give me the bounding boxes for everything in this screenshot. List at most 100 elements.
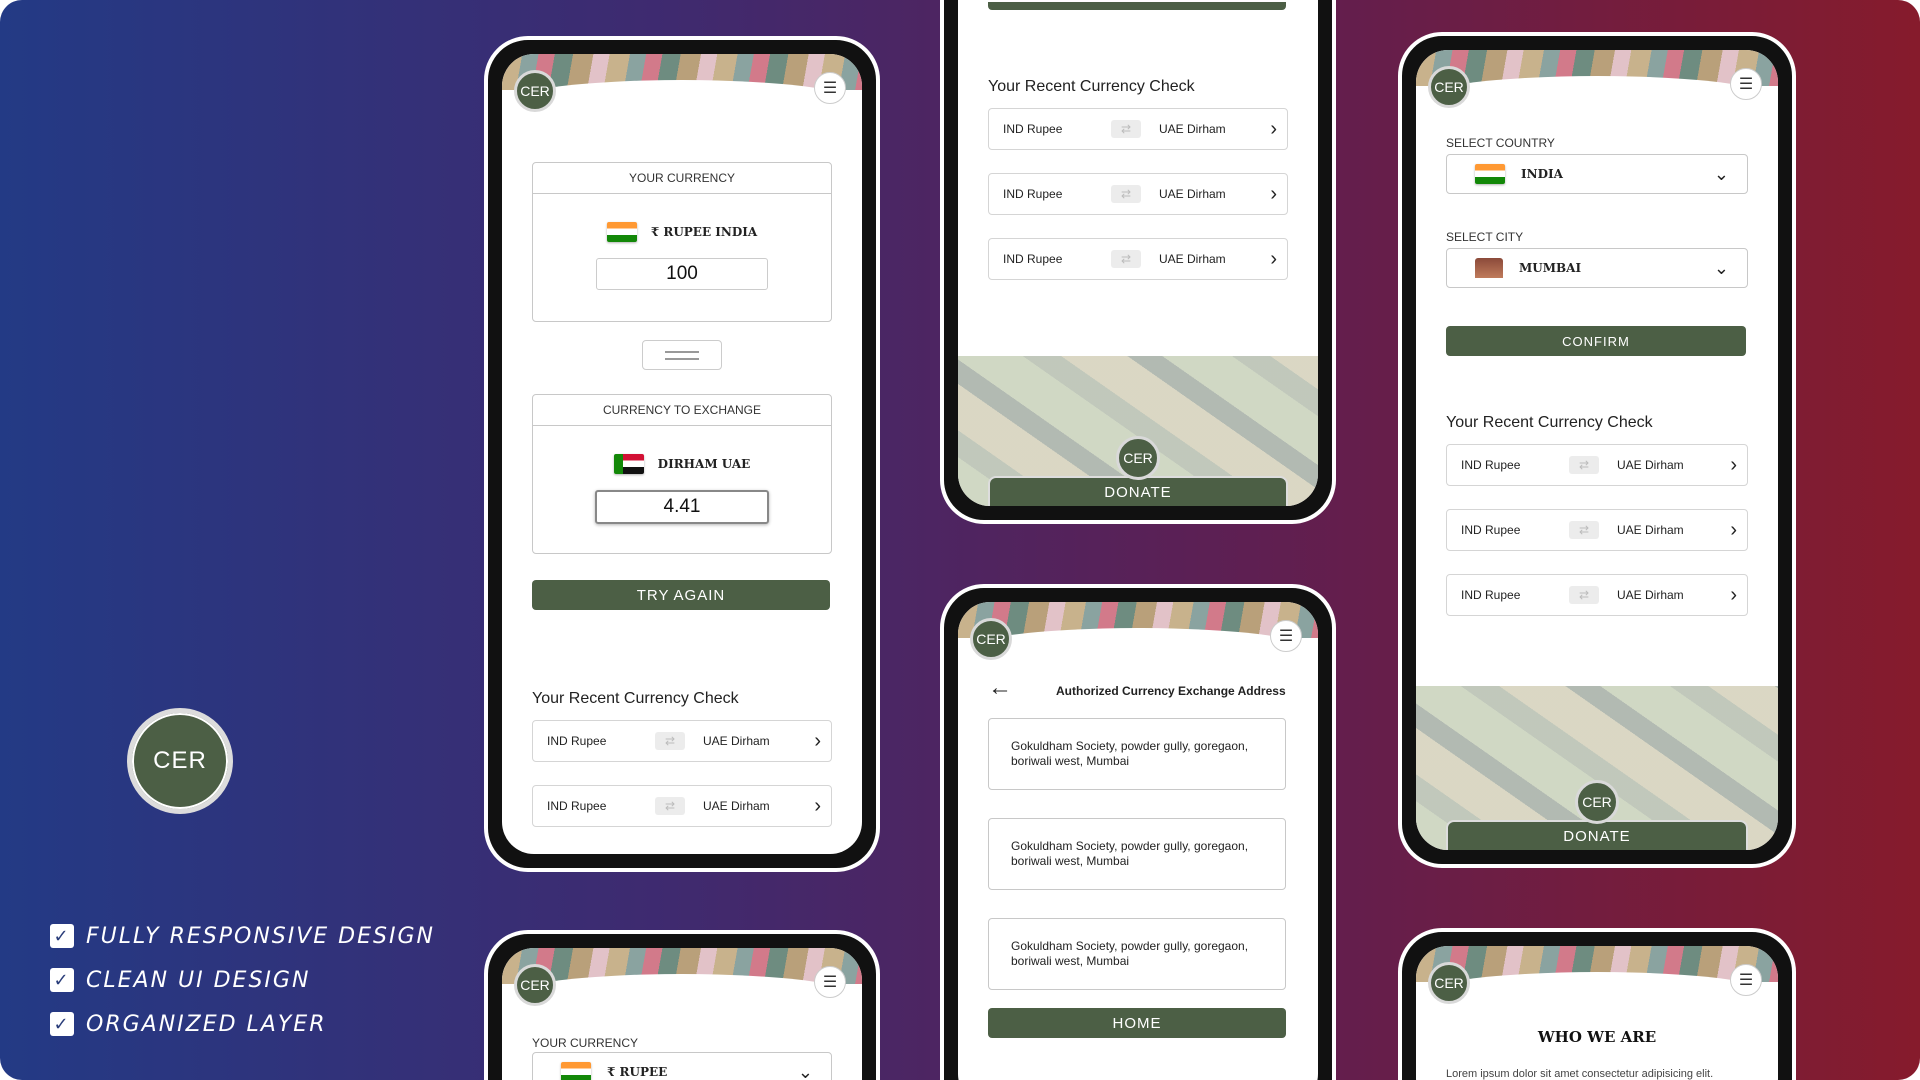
recent-title: Your Recent Currency Check [988,78,1195,95]
result-input[interactable]: 4.41 [595,490,769,524]
chevron-right-icon: › [814,729,821,752]
top-bar [988,2,1286,10]
phone-recent: Your Recent Currency Check IND Rupee ⇄ UAE… [940,0,1336,524]
chevron-right-icon: › [1270,117,1277,140]
menu-icon[interactable]: ☰ [814,966,846,998]
currency-select[interactable]: ₹ RUPEE ⌄ [532,1052,832,1080]
recent-row[interactable]: IND Rupee ⇄ UAE Dirham › [988,238,1288,280]
banknote-footer: CER DONATE [958,356,1318,506]
phone-converter: CER ☰ YOUR CURRENCY ₹ RUPEE INDIA 100 CU… [484,36,880,872]
feature-item: ✓ Clean UI Design [50,958,435,1002]
india-flag-icon [606,222,637,242]
donate-button[interactable]: DONATE [988,476,1288,506]
header-banner [502,948,862,998]
recent-row[interactable]: IND Rupee ⇄ UAE Dirham › [532,785,832,827]
recent-row[interactable]: IND Rupee ⇄ UAE Dirham › [1446,509,1748,551]
currency-label: YOUR CURRENCY [532,1036,639,1050]
currency-name: ₹ RUPEE INDIA [650,225,758,239]
recent-row[interactable]: IND Rupee ⇄ UAE Dirham › [988,108,1288,150]
recent-row[interactable]: IND Rupee ⇄ UAE Dirham › [532,720,832,762]
app-logo[interactable]: CER [514,964,556,1006]
menu-icon[interactable]: ☰ [1270,620,1302,652]
recent-title: Your Recent Currency Check [1446,414,1653,431]
recent-screen: Your Recent Currency Check IND Rupee ⇄ UAE… [958,0,1318,506]
to-currency: UAE Dirham [703,734,770,748]
feature-list: ✓ Fully Responsive Design ✓ Clean UI Desig… [50,914,435,1046]
cer-logo-badge: CER [127,708,233,814]
back-arrow-icon[interactable]: ← [988,674,1012,702]
checkbox-icon: ✓ [50,924,74,948]
donate-button[interactable]: DONATE [1446,820,1748,850]
feature-item: ✓ Organized Layer [50,1002,435,1046]
chevron-down-icon: ⌄ [1713,257,1729,278]
home-button[interactable]: HOME [988,1008,1286,1038]
currency-row: ₹ RUPEE INDIA [533,222,831,242]
city-label: SELECT CITY [1446,230,1524,244]
location-screen: CER ☰ SELECT COUNTRY INDIA ⌄ SELECT CITY… [1416,50,1778,850]
phone-location: CER ☰ SELECT COUNTRY INDIA ⌄ SELECT CITY… [1398,32,1796,868]
to-currency: UAE Dirham [1617,523,1684,537]
footer-logo: CER [1116,436,1160,480]
header-banner [1416,946,1778,996]
checkbox-icon: ✓ [50,1012,74,1036]
india-flag-icon [561,1062,591,1080]
exchange-currency-card: CURRENCY TO EXCHANGE DIRHAM UAE 4.41 [532,394,832,554]
to-currency: UAE Dirham [703,799,770,813]
card-heading: YOUR CURRENCY [533,163,831,194]
chevron-right-icon: › [1730,453,1737,476]
recent-row[interactable]: IND Rupee ⇄ UAE Dirham › [1446,574,1748,616]
try-again-button[interactable]: TRY AGAIN [532,580,830,610]
swap-icon: ⇄ [1569,456,1599,474]
header-banner [1416,50,1778,100]
app-logo[interactable]: CER [970,618,1012,660]
about-heading: WHO WE ARE [1537,1028,1657,1046]
menu-icon[interactable]: ☰ [814,72,846,104]
checkbox-icon: ✓ [50,968,74,992]
swap-icon: ⇄ [655,797,685,815]
app-logo[interactable]: CER [1428,962,1470,1004]
about-text: Lorem ipsum dolor sit amet consectetur a… [1446,1068,1714,1080]
swap-icon: ⇄ [1569,586,1599,604]
phone-addresses: CER ☰ ← Authorized Currency Exchange Add… [940,584,1336,1080]
address-card[interactable]: Gokuldham Society, powder gully, goregao… [988,818,1286,890]
menu-icon[interactable]: ☰ [1730,68,1762,100]
address-card[interactable]: Gokuldham Society, powder gully, goregao… [988,718,1286,790]
city-select[interactable]: MUMBAI ⌄ [1446,248,1748,288]
to-currency: UAE Dirham [1159,122,1226,136]
swap-button[interactable] [642,340,722,370]
from-currency: IND Rupee [547,799,607,813]
country-select[interactable]: INDIA ⌄ [1446,154,1748,194]
flag-icon [613,454,644,474]
from-currency: IND Rupee [1003,252,1063,266]
app-logo[interactable]: CER [1428,66,1470,108]
app-logo[interactable]: CER [514,70,556,112]
card-heading: CURRENCY TO EXCHANGE [533,395,831,426]
currency-row: DIRHAM UAE [533,454,831,474]
currency-select-screen: CER ☰ YOUR CURRENCY ₹ RUPEE ⌄ [502,948,862,1080]
india-flag-icon [1475,164,1505,184]
address-card[interactable]: Gokuldham Society, powder gully, goregao… [988,918,1286,990]
banknote-footer: CER DONATE [1416,686,1778,850]
chevron-right-icon: › [814,794,821,817]
chevron-right-icon: › [1730,583,1737,606]
from-currency: IND Rupee [1461,458,1521,472]
confirm-button[interactable]: CONFIRM [1446,326,1746,356]
to-currency: UAE Dirham [1159,252,1226,266]
showcase-canvas: CER ✓ Fully Responsive Design ✓ Clean UI D… [0,0,1920,1080]
recent-title: Your Recent Currency Check [532,690,739,707]
to-currency: UAE Dirham [1159,187,1226,201]
chevron-down-icon: ⌄ [797,1061,813,1080]
to-currency: UAE Dirham [1617,458,1684,472]
from-currency: IND Rupee [1003,187,1063,201]
swap-icon: ⇄ [1111,250,1141,268]
swap-icon: ⇄ [1569,521,1599,539]
recent-row[interactable]: IND Rupee ⇄ UAE Dirham › [1446,444,1748,486]
menu-icon[interactable]: ☰ [1730,964,1762,996]
about-screen: CER ☰ WHO WE ARE Lorem ipsum dolor sit a… [1416,946,1778,1080]
recent-row[interactable]: IND Rupee ⇄ UAE Dirham › [988,173,1288,215]
selected-country: INDIA [1521,167,1563,181]
feature-label: Organized Layer [86,1011,327,1037]
from-currency: IND Rupee [1461,588,1521,602]
address-screen: CER ☰ ← Authorized Currency Exchange Add… [958,602,1318,1080]
amount-input[interactable]: 100 [596,258,768,290]
